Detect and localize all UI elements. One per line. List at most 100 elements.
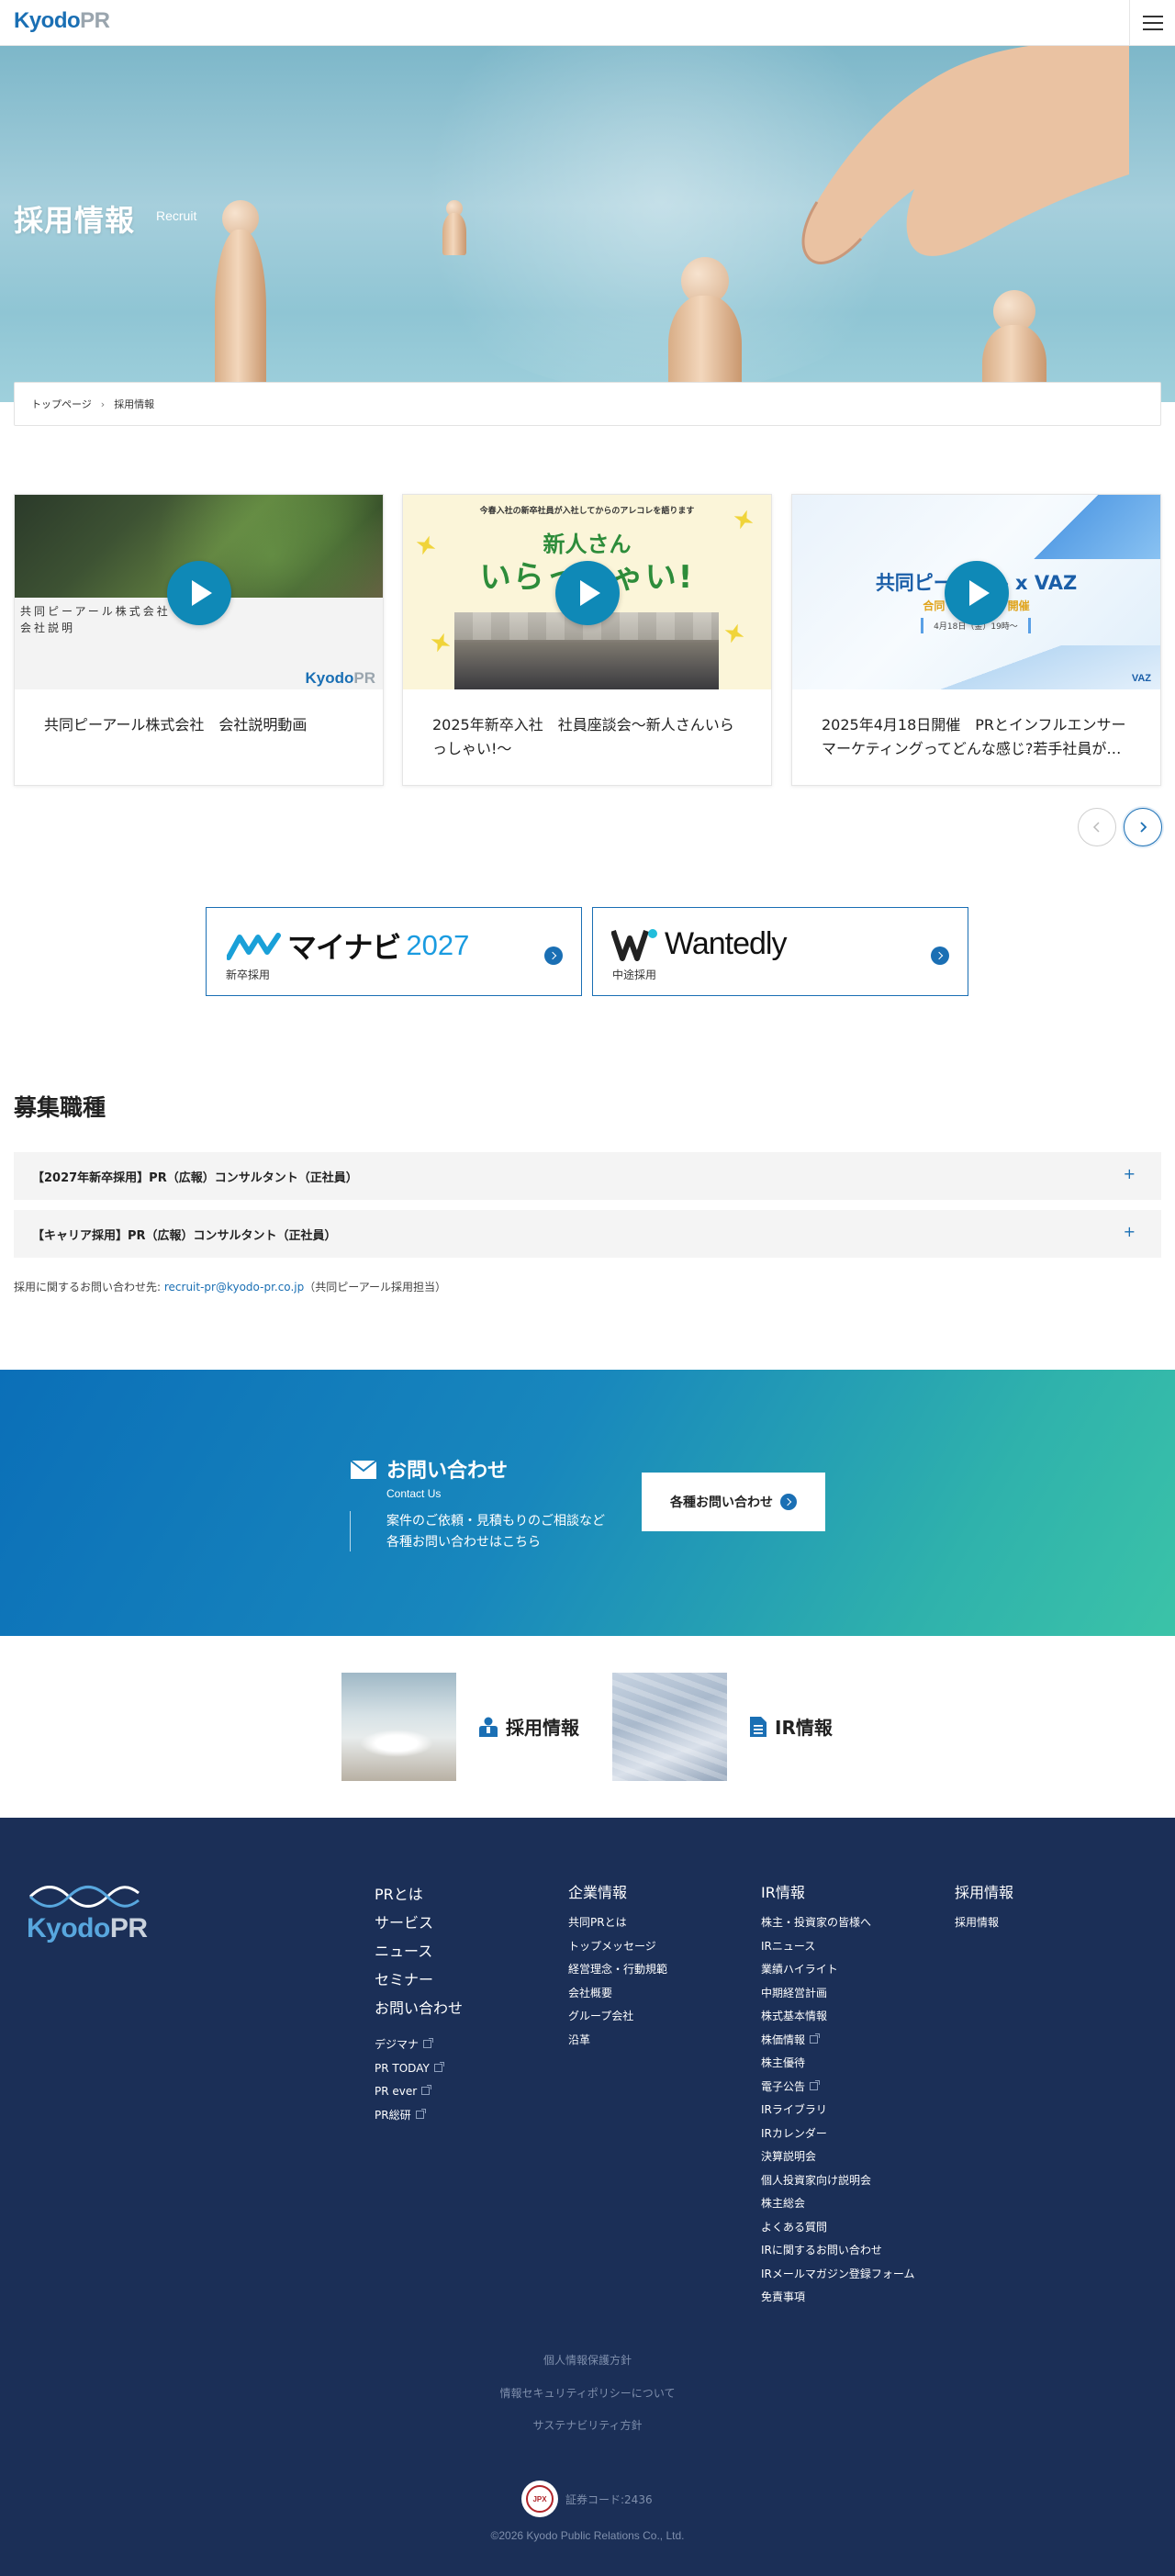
footer-link[interactable]: 個人投資家向け説明会	[761, 2169, 915, 2193]
footer-link-text: PR ever	[375, 2085, 418, 2098]
footer-col-title[interactable]: 企業情報	[568, 1880, 667, 1902]
footer-col-title[interactable]: 採用情報	[955, 1880, 1013, 1902]
site-header: KyodoPR	[0, 0, 1175, 46]
flower-decoration	[722, 621, 747, 646]
footer-col-ir: IR情報 株主・投資家の皆様へ IRニュース 業績ハイライト 中期経営計画 株式…	[761, 1880, 915, 2310]
footer-link[interactable]: 業績ハイライト	[761, 1958, 915, 1982]
play-icon[interactable]	[945, 561, 1009, 625]
footer-logo-secondary: PR	[109, 1913, 148, 1943]
footer-link[interactable]: IRニュース	[761, 1935, 915, 1959]
chevron-right-icon	[1140, 822, 1147, 833]
site-logo[interactable]: KyodoPR	[14, 8, 110, 34]
footer-col-recruit: 採用情報 採用情報	[955, 1880, 1013, 1935]
footer-link[interactable]: IRに関するお問い合わせ	[761, 2239, 915, 2263]
job-accordion-item[interactable]: 【キャリア採用】PR（広報）コンサルタント（正社員） +	[14, 1210, 1161, 1258]
footer-link[interactable]: 経営理念・行動規範	[568, 1958, 667, 1982]
play-icon[interactable]	[167, 561, 231, 625]
hamburger-menu-button[interactable]	[1129, 0, 1175, 46]
breadcrumb-home-link[interactable]: トップページ	[31, 397, 92, 411]
footer-link[interactable]: よくある質問	[761, 2216, 915, 2240]
footer-link[interactable]: トップメッセージ	[568, 1935, 667, 1959]
footer-col-main: PRとは サービス ニュース セミナー お問い合わせ デジマナ PR TODAY…	[375, 1880, 463, 2127]
jpx-badge: JPX	[521, 2481, 558, 2517]
footer-link[interactable]: 会社概要	[568, 1982, 667, 2006]
footer-external-link[interactable]: デジマナ	[375, 2033, 463, 2057]
video-card[interactable]: 共同ピーアール株式会社 会社説明 KyodoPR 共同ピーアール株式会社 会社説明…	[14, 494, 384, 786]
footer-link[interactable]: ニュース	[375, 1937, 463, 1966]
external-link-icon	[415, 2108, 426, 2119]
footer-external-link[interactable]: PR ever	[375, 2080, 463, 2104]
carousel-next-button[interactable]	[1124, 808, 1162, 846]
footer-link[interactable]: 中期経営計画	[761, 1982, 915, 2006]
kyodo-wave-icon	[28, 1886, 140, 1908]
footer-link[interactable]: グループ会社	[568, 2005, 667, 2029]
video-card[interactable]: 今春入社の新卒社員が入社してからのアレコレを語ります 新人さん いらっしゃい! …	[402, 494, 772, 786]
footer-link[interactable]: PRとは	[375, 1880, 463, 1909]
person-icon	[479, 1717, 498, 1737]
footer-link[interactable]: 株主総会	[761, 2192, 915, 2216]
wantedly-logo-text: Wantedly	[665, 926, 787, 961]
footer-link[interactable]: お問い合わせ	[375, 1994, 463, 2022]
footer-link[interactable]: 免責事項	[761, 2286, 915, 2310]
carousel-prev-button[interactable]	[1078, 808, 1116, 846]
wantedly-banner-link[interactable]: Wantedly 中途採用	[592, 907, 968, 996]
jpx-mark-icon: JPX	[526, 2485, 554, 2513]
logo-primary-text: Kyodo	[14, 8, 81, 33]
page-subtitle: Recruit	[156, 208, 197, 223]
footer-link-text: 株価情報	[761, 2033, 806, 2046]
banner-caption: 新卒採用	[226, 969, 271, 981]
section-title: 募集職種	[14, 1094, 106, 1121]
footer-external-link[interactable]: PR総研	[375, 2104, 463, 2128]
external-link-icon	[421, 2085, 432, 2095]
footer-external-link[interactable]: 電子公告	[761, 2076, 915, 2100]
footer-col-title[interactable]: IR情報	[761, 1880, 915, 1902]
recruit-link-text: 採用情報	[506, 1717, 579, 1739]
thumbnail-text-line: 会社説明	[20, 622, 76, 634]
page-title: 採用情報	[14, 203, 136, 238]
external-link-icon	[810, 2079, 821, 2090]
privacy-policy-link[interactable]: 個人情報保護方針	[0, 2352, 1175, 2368]
footer-link[interactable]: 株式基本情報	[761, 2005, 915, 2029]
contact-suffix: （共同ピーアール採用担当）	[304, 1281, 447, 1294]
contact-banner: お問い合わせ Contact Us 案件のご依頼・見積もりのご相談など 各種お問い…	[0, 1370, 1175, 1636]
footer-link[interactable]: 決算説明会	[761, 2145, 915, 2169]
external-link-icon	[423, 2038, 434, 2048]
mynavi-banner-link[interactable]: マイナビ 2027 新卒採用	[206, 907, 582, 996]
ir-link-tile[interactable]: IR情報	[612, 1673, 878, 1781]
footer-logo[interactable]: KyodoPR	[27, 1882, 148, 1944]
breadcrumb-separator: ›	[100, 398, 106, 410]
security-policy-link[interactable]: 情報セキュリティポリシーについて	[0, 2385, 1175, 2401]
thumbnail-text: 共同ピーアール株式会社 会社説明	[20, 603, 171, 636]
footer-link[interactable]: セミナー	[375, 1966, 463, 1994]
footer-link[interactable]: IRメールマガジン登録フォーム	[761, 2263, 915, 2287]
video-caption: 共同ピーアール株式会社 会社説明動画	[44, 716, 308, 734]
footer-link[interactable]: 株主優待	[761, 2052, 915, 2076]
pawn-figure	[441, 200, 468, 255]
video-card[interactable]: 共同ピーアール x VAZ 合同 会社説明会 開催 4月18日（金）19時〜 V…	[791, 494, 1161, 786]
sustainability-policy-link[interactable]: サステナビリティ方針	[0, 2417, 1175, 2433]
recruit-link-label: 採用情報	[479, 1713, 579, 1740]
footer-external-link[interactable]: PR TODAY	[375, 2057, 463, 2081]
external-link-icon	[810, 2033, 821, 2044]
footer-link[interactable]: サービス	[375, 1909, 463, 1937]
footer-link[interactable]: 株主・投資家の皆様へ	[761, 1911, 915, 1935]
plus-icon: +	[1123, 1223, 1136, 1240]
job-accordion-item[interactable]: 【2027年新卒採用】PR（広報）コンサルタント（正社員） +	[14, 1152, 1161, 1200]
footer-link[interactable]: IRカレンダー	[761, 2122, 915, 2146]
contact-description-line: 案件のご依頼・見積もりのご相談など	[386, 1514, 605, 1529]
footer-link[interactable]: 沿革	[568, 2029, 667, 2053]
contact-button[interactable]: 各種お問い合わせ	[642, 1473, 825, 1531]
footer-link[interactable]: 共同PRとは	[568, 1911, 667, 1935]
arrow-right-icon	[931, 946, 949, 965]
flower-decoration	[428, 630, 453, 655]
recruit-email-link[interactable]: recruit-pr@kyodo-pr.co.jp	[164, 1281, 304, 1294]
footer-link[interactable]: 採用情報	[955, 1911, 1013, 1935]
footer-link[interactable]: IRライブラリ	[761, 2099, 915, 2122]
mynavi-logo: マイナビ 2027	[227, 924, 469, 967]
footer-external-link[interactable]: 株価情報	[761, 2029, 915, 2053]
play-icon[interactable]	[555, 561, 620, 625]
hand-image	[801, 46, 1129, 264]
recruit-link-tile[interactable]: 採用情報	[341, 1673, 608, 1781]
ir-link-text: IR情報	[775, 1717, 833, 1739]
breadcrumb-current: 採用情報	[114, 398, 155, 410]
